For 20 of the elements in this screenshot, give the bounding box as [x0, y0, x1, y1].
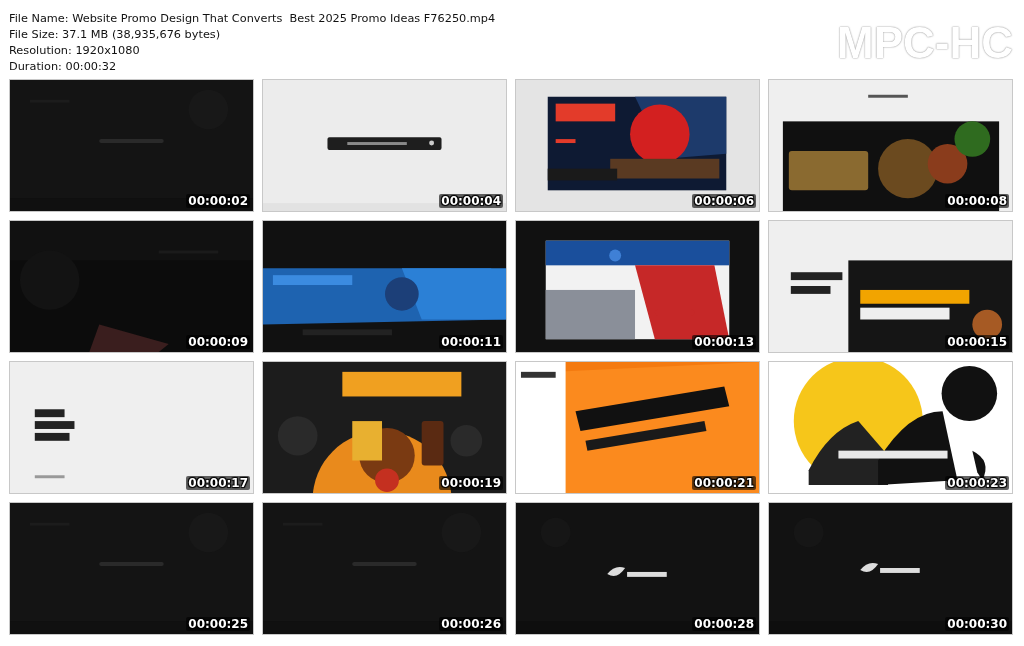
timestamp: 00:00:19	[439, 476, 503, 490]
timestamp: 00:00:25	[186, 617, 250, 631]
timestamp: 00:00:04	[439, 194, 503, 208]
timestamp: 00:00:26	[439, 617, 503, 631]
file-info-line: Resolution: 1920x1080	[9, 43, 141, 59]
file-info-line: Duration: 00:00:32	[9, 59, 118, 75]
file-info-line: File Name: Website Promo Design That Converts Best 2025 Promo Ideas F76250.mp4	[9, 11, 496, 27]
timestamp: 00:00:02	[186, 194, 250, 208]
timestamp: 00:00:06	[692, 194, 756, 208]
timestamp: 00:00:09	[186, 335, 250, 349]
timestamp: 00:00:08	[945, 194, 1009, 208]
timestamp: 00:00:13	[692, 335, 756, 349]
timestamp: 00:00:11	[439, 335, 503, 349]
timestamp: 00:00:15	[945, 335, 1009, 349]
timestamp: 00:00:17	[186, 476, 250, 490]
timestamp: 00:00:30	[945, 617, 1009, 631]
file-info-line: File Size: 37.1 MB (38,935,676 bytes)	[9, 27, 222, 43]
timestamp: 00:00:21	[692, 476, 756, 490]
timestamp: 00:00:28	[692, 617, 756, 631]
timestamp: 00:00:23	[945, 476, 1009, 490]
